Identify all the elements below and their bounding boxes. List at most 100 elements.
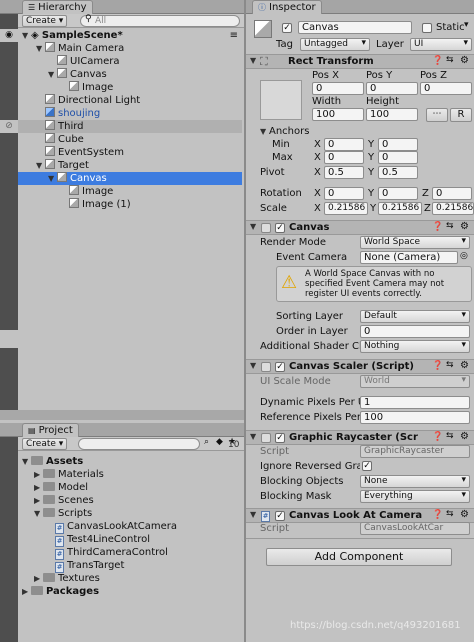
pos-z-field[interactable]: 0 [420, 82, 472, 95]
raycaster-enabled-checkbox[interactable]: ✓ [275, 433, 285, 443]
gear-icon[interactable]: ⚙ [460, 55, 469, 66]
tab-hierarchy[interactable]: ☰ Hierarchy [22, 0, 93, 14]
canvas-scaler-header[interactable]: ▼ ✓ Canvas Scaler (Script) ❓ ⇆ ⚙ [246, 359, 474, 374]
filter-label-icon[interactable]: ◆ [216, 437, 223, 447]
pos-x-field[interactable]: 0 [312, 82, 364, 95]
anchor-max-x-field[interactable]: 0 [324, 151, 364, 164]
script-file[interactable]: # TransTarget [18, 559, 242, 573]
materials-folder[interactable]: ▶ Materials [18, 468, 242, 481]
scripts-folder[interactable]: ▼ Scripts [18, 507, 242, 520]
preset-icon[interactable]: ⇆ [446, 431, 454, 441]
anchor-min-y-field[interactable]: 0 [378, 138, 418, 151]
script-file[interactable]: # CanvasLookAtCamera [18, 520, 242, 534]
assets-folder[interactable]: ▼ Assets [18, 455, 242, 468]
hierarchy-item[interactable]: shoujing [18, 107, 242, 120]
lookat-enabled-checkbox[interactable]: ✓ [275, 511, 285, 521]
event-camera-field[interactable]: None (Camera) [360, 251, 458, 264]
gear-icon[interactable]: ⚙ [460, 431, 469, 442]
height-field[interactable]: 100 [366, 108, 418, 121]
active-checkbox[interactable]: ✓ [282, 23, 292, 33]
preset-icon[interactable]: ⇆ [446, 509, 454, 519]
help-icon[interactable]: ❓ [432, 432, 443, 442]
shader-channels-dropdown[interactable]: Nothing [360, 340, 470, 353]
width-field[interactable]: 100 [312, 108, 364, 121]
anchors-foldout[interactable]: ▼ Anchors [260, 126, 309, 137]
expand-icon[interactable]: ▶ [34, 481, 43, 494]
expand-icon[interactable]: ▼ [34, 507, 43, 520]
expand-icon[interactable]: ▶ [34, 468, 43, 481]
ui-scale-mode-dropdown[interactable]: World [360, 375, 470, 388]
expand-icon[interactable]: ▼ [36, 42, 45, 55]
textures-folder[interactable]: ▶ Textures [18, 572, 242, 585]
scale-x-field[interactable]: 0.21586 [324, 202, 368, 215]
hierarchy-item[interactable]: ▼ Main Camera [18, 42, 242, 55]
gear-icon[interactable]: ⚙ [460, 509, 469, 520]
layer-dropdown[interactable]: UI [410, 38, 472, 51]
scene-menu-icon[interactable]: ≡ [230, 29, 238, 42]
script-file[interactable]: # ThirdCameraControl [18, 546, 242, 560]
hierarchy-item[interactable]: ▼ Target [18, 159, 242, 172]
expand-icon[interactable]: ▶ [22, 585, 31, 598]
blocking-mask-dropdown[interactable]: Everything [360, 490, 470, 503]
help-icon[interactable]: ❓ [432, 510, 443, 520]
project-create-button[interactable]: Create ▾ [22, 438, 68, 450]
dynamic-pixels-field[interactable]: 1 [360, 396, 470, 409]
add-component-button[interactable]: Add Component [266, 548, 452, 566]
hierarchy-item[interactable]: Image [18, 81, 242, 94]
pos-y-field[interactable]: 0 [366, 82, 418, 95]
scale-z-field[interactable]: 0.21586 [432, 202, 474, 215]
rotation-x-field[interactable]: 0 [324, 187, 364, 200]
tag-dropdown[interactable]: Untagged [300, 38, 370, 51]
filter-type-icon[interactable]: ⌕ [204, 437, 209, 447]
graphic-raycaster-header[interactable]: ▼ ✓ Graphic Raycaster (Scr ❓ ⇆ ⚙ [246, 430, 474, 445]
hierarchy-item[interactable]: Cube [18, 133, 242, 146]
static-dropdown-icon[interactable]: ▾ [464, 20, 469, 30]
collapse-icon[interactable]: ▼ [250, 510, 259, 519]
hierarchy-item[interactable]: Third [18, 120, 242, 133]
raw-edit-button[interactable]: R [450, 108, 472, 122]
collapse-icon[interactable]: ▼ [250, 361, 259, 370]
packages-folder[interactable]: ▶ Packages [18, 585, 242, 598]
expand-icon[interactable]: ▼ [22, 29, 31, 42]
expand-icon[interactable]: ▶ [34, 494, 43, 507]
help-icon[interactable]: ❓ [432, 56, 443, 66]
expand-icon[interactable]: ▼ [22, 455, 31, 468]
rotation-y-field[interactable]: 0 [378, 187, 418, 200]
reference-pixels-field[interactable]: 100 [360, 411, 470, 424]
scenes-folder[interactable]: ▶ Scenes [18, 494, 242, 507]
search-input[interactable]: ⚲ All [80, 14, 240, 27]
hierarchy-item[interactable]: ▼ Canvas [18, 172, 242, 185]
collapse-icon[interactable]: ▼ [250, 56, 259, 65]
scaler-enabled-checkbox[interactable]: ✓ [275, 362, 285, 372]
anchor-max-y-field[interactable]: 0 [378, 151, 418, 164]
tab-inspector[interactable]: ⓘ Inspector [252, 0, 322, 14]
hierarchy-item[interactable]: EventSystem [18, 146, 242, 159]
anchor-min-x-field[interactable]: 0 [324, 138, 364, 151]
preset-icon[interactable]: ⇆ [446, 221, 454, 231]
canvas-enabled-checkbox[interactable]: ✓ [275, 223, 285, 233]
gear-icon[interactable]: ⚙ [460, 221, 469, 232]
pivot-x-field[interactable]: 0.5 [324, 166, 364, 179]
hierarchy-item[interactable]: Image (1) [18, 198, 242, 211]
rect-transform-header[interactable]: ▼ ⛶ Rect Transform ❓ ⇆ ⚙ [246, 54, 474, 69]
scale-y-field[interactable]: 0.21586 [378, 202, 422, 215]
ignore-reversed-checkbox[interactable]: ✓ [362, 461, 372, 471]
blueprint-mode-button[interactable]: ⋯ [426, 108, 448, 122]
blocking-objects-dropdown[interactable]: None [360, 475, 470, 488]
canvas-component-header[interactable]: ▼ ✓ Canvas ❓ ⇆ ⚙ [246, 220, 474, 235]
hidden-eye-icon[interactable]: ⊘ [0, 120, 18, 133]
visibility-eye-icon[interactable]: ◉ [0, 29, 18, 42]
scene-row[interactable]: ▼ ◈ SampleScene* ≡ [18, 29, 242, 42]
script-file[interactable]: # Test4LineControl [18, 533, 242, 547]
help-icon[interactable]: ❓ [432, 361, 443, 371]
expand-icon[interactable]: ▼ [48, 172, 57, 185]
create-button[interactable]: Create ▾ [22, 15, 68, 27]
model-folder[interactable]: ▶ Model [18, 481, 242, 494]
collapse-icon[interactable]: ▼ [250, 222, 259, 231]
tab-project[interactable]: ▤ Project [22, 423, 79, 437]
expand-icon[interactable]: ▶ [34, 572, 43, 585]
hierarchy-item[interactable]: UICamera [18, 55, 242, 68]
preset-icon[interactable]: ⇆ [446, 55, 454, 65]
preset-icon[interactable]: ⇆ [446, 360, 454, 370]
order-in-layer-field[interactable]: 0 [360, 325, 470, 338]
